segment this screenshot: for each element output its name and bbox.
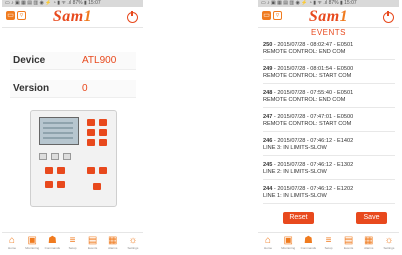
events-screen: ▭ ♪ ▣ ▦ ▤ ▥ ◉ ⚡ ◔ ▮ ᯤ .ıl 87% ▮ 15:07 ▭ … [258, 0, 399, 255]
monitoring-icon: ▣ [283, 235, 293, 246]
app-bar-left-icons: ▭ ▿ [6, 11, 26, 20]
events-icon: ▤ [343, 235, 354, 246]
power-icon[interactable] [383, 11, 394, 23]
commands-icon: ☗ [303, 235, 313, 246]
nav-settings[interactable]: ☼ Settings [380, 233, 397, 255]
device-label: Device [13, 55, 46, 66]
event-divider [263, 83, 395, 84]
event-number: 244 [263, 186, 273, 192]
event-description: REMOTE CONTROL: END COM [263, 49, 346, 55]
nav-monitoring[interactable]: ▣ Monitoring [280, 233, 297, 255]
status-bar: ▭ ♪ ▣ ▦ ▤ ▥ ◉ ⚡ ◔ ▮ ᯤ .ıl 87% ▮ 15:07 [258, 0, 399, 7]
event-number: 246 [263, 138, 273, 144]
event-description: REMOTE CONTROL: START COM [263, 121, 352, 127]
version-row: Version 0 [10, 80, 136, 98]
event-header: 249 - 2015/07/28 - 08:01:54 - E0500 [263, 66, 395, 73]
nav-commands[interactable]: ☗ Commands [300, 233, 317, 255]
event-header: 246 - 2015/07/28 - 07:46:12 - E1402 [263, 138, 395, 145]
commands-icon: ☗ [47, 235, 57, 246]
event-header: 244 - 2015/07/28 - 07:46:12 - E1202 [263, 186, 395, 193]
event-meta: - 2015/07/28 - 07:46:12 - E1202 [272, 186, 354, 192]
settings-icon: ☼ [128, 235, 138, 246]
event-number: 245 [263, 162, 273, 168]
nav-setup[interactable]: ≡ Setup [64, 233, 81, 255]
reset-button[interactable]: Reset [283, 212, 314, 224]
device-image [30, 110, 117, 207]
device-row: Device ATL900 [10, 52, 136, 70]
monitoring-icon: ▣ [27, 235, 37, 246]
event-header: 250 - 2015/07/28 - 08:02:47 - E0501 [263, 42, 395, 49]
alarms-icon: ▦ [108, 235, 118, 246]
event-description: LINE 2: IN LIMITS-SLOW [263, 169, 327, 175]
sam1-logo: Sam1 [308, 8, 349, 25]
bottom-nav: ⌂ Home ▣ Monitoring ☗ Commands ≡ Setup ▤ Even… [2, 232, 143, 255]
menu-icon[interactable]: ▭ [6, 11, 15, 20]
power-icon[interactable] [127, 11, 138, 23]
event-divider [263, 203, 395, 204]
event-number: 248 [263, 90, 273, 96]
events-icon: ▤ [87, 235, 98, 246]
event-description: LINE 1: IN LIMITS-SLOW [263, 193, 327, 199]
wifi-icon[interactable]: ▿ [17, 11, 26, 20]
event-divider [263, 179, 395, 180]
nav-settings[interactable]: ☼ Settings [124, 233, 141, 255]
event-meta: - 2015/07/28 - 07:55:40 - E0501 [272, 90, 354, 96]
events-title: EVENTS [310, 28, 346, 37]
event-divider [263, 131, 395, 132]
wifi-icon[interactable]: ▿ [273, 11, 282, 20]
nav-home[interactable]: ⌂ Home [4, 233, 21, 255]
event-number: 249 [263, 66, 273, 72]
home-icon: ⌂ [265, 235, 272, 246]
status-bar: ▭ ♪ ▣ ▦ ▤ ▥ ◉ ⚡ ◔ ▮ ᯤ .ıl 87% ▮ 15:07 [2, 0, 143, 7]
event-item[interactable]: 250 - 2015/07/28 - 08:02:47 - E0501 REMOT… [263, 42, 395, 56]
menu-icon[interactable]: ▭ [262, 11, 271, 20]
nav-alarms[interactable]: ▦ Alarms [104, 233, 121, 255]
device-value: ATL900 [82, 55, 117, 66]
settings-icon: ☼ [384, 235, 394, 246]
nav-alarms[interactable]: ▦ Alarms [360, 233, 377, 255]
event-header: 247 - 2015/07/28 - 07:47:01 - E0500 [263, 114, 395, 121]
nav-commands[interactable]: ☗ Commands [44, 233, 61, 255]
nav-events[interactable]: ▤ Events [84, 233, 101, 255]
alarms-icon: ▦ [364, 235, 374, 246]
event-description: REMOTE CONTROL: START COM [263, 73, 352, 79]
nav-events[interactable]: ▤ Events [340, 233, 357, 255]
event-number: 247 [263, 114, 273, 120]
setup-icon: ≡ [69, 235, 76, 246]
event-divider [263, 59, 395, 60]
app-bar: ▭ ▿ Sam1 [2, 7, 143, 28]
version-label: Version [13, 83, 50, 94]
event-meta: - 2015/07/28 - 08:01:54 - E0500 [272, 66, 354, 72]
setup-icon: ≡ [325, 235, 332, 246]
event-header: 245 - 2015/07/28 - 07:46:12 - E1302 [263, 162, 395, 169]
nav-home[interactable]: ⌂ Home [260, 233, 277, 255]
nav-monitoring[interactable]: ▣ Monitoring [24, 233, 41, 255]
bottom-nav: ⌂ Home ▣ Monitoring ☗ Commands ≡ Setup ▤ Even… [258, 232, 399, 255]
event-item[interactable]: 249 - 2015/07/28 - 08:01:54 - E0500 REMOT… [263, 66, 395, 80]
event-divider [263, 155, 395, 156]
event-divider [263, 107, 395, 108]
event-description: REMOTE CONTROL: END COM [263, 97, 346, 103]
app-bar: ▭ ▿ Sam1 [258, 7, 399, 28]
event-item[interactable]: 248 - 2015/07/28 - 07:55:40 - E0501 REMOT… [263, 90, 395, 104]
event-meta: - 2015/07/28 - 07:46:12 - E1302 [272, 162, 354, 168]
event-item[interactable]: 246 - 2015/07/28 - 07:46:12 - E1402 LINE … [263, 138, 395, 152]
save-button[interactable]: Save [356, 212, 387, 224]
device-info-screen: ▭ ♪ ▣ ▦ ▤ ▥ ◉ ⚡ ◔ ▮ ᯤ .ıl 87% ▮ 15:07 ▭ … [2, 0, 143, 255]
nav-setup[interactable]: ≡ Setup [320, 233, 337, 255]
event-description: LINE 3: IN LIMITS-SLOW [263, 145, 327, 151]
event-meta: - 2015/07/28 - 08:02:47 - E0501 [272, 42, 354, 48]
sam1-logo: Sam1 [52, 8, 93, 25]
event-item[interactable]: 247 - 2015/07/28 - 07:47:01 - E0500 REMOT… [263, 114, 395, 128]
event-number: 250 [263, 42, 273, 48]
home-icon: ⌂ [9, 235, 16, 246]
event-meta: - 2015/07/28 - 07:46:12 - E1402 [272, 138, 354, 144]
version-value: 0 [82, 83, 88, 94]
event-meta: - 2015/07/28 - 07:47:01 - E0500 [272, 114, 354, 120]
device-screen [39, 117, 79, 145]
event-item[interactable]: 244 - 2015/07/28 - 07:46:12 - E1202 LINE … [263, 186, 395, 200]
app-bar-left-icons: ▭ ▿ [262, 11, 282, 20]
event-item[interactable]: 245 - 2015/07/28 - 07:46:12 - E1302 LINE … [263, 162, 395, 176]
event-header: 248 - 2015/07/28 - 07:55:40 - E0501 [263, 90, 395, 97]
